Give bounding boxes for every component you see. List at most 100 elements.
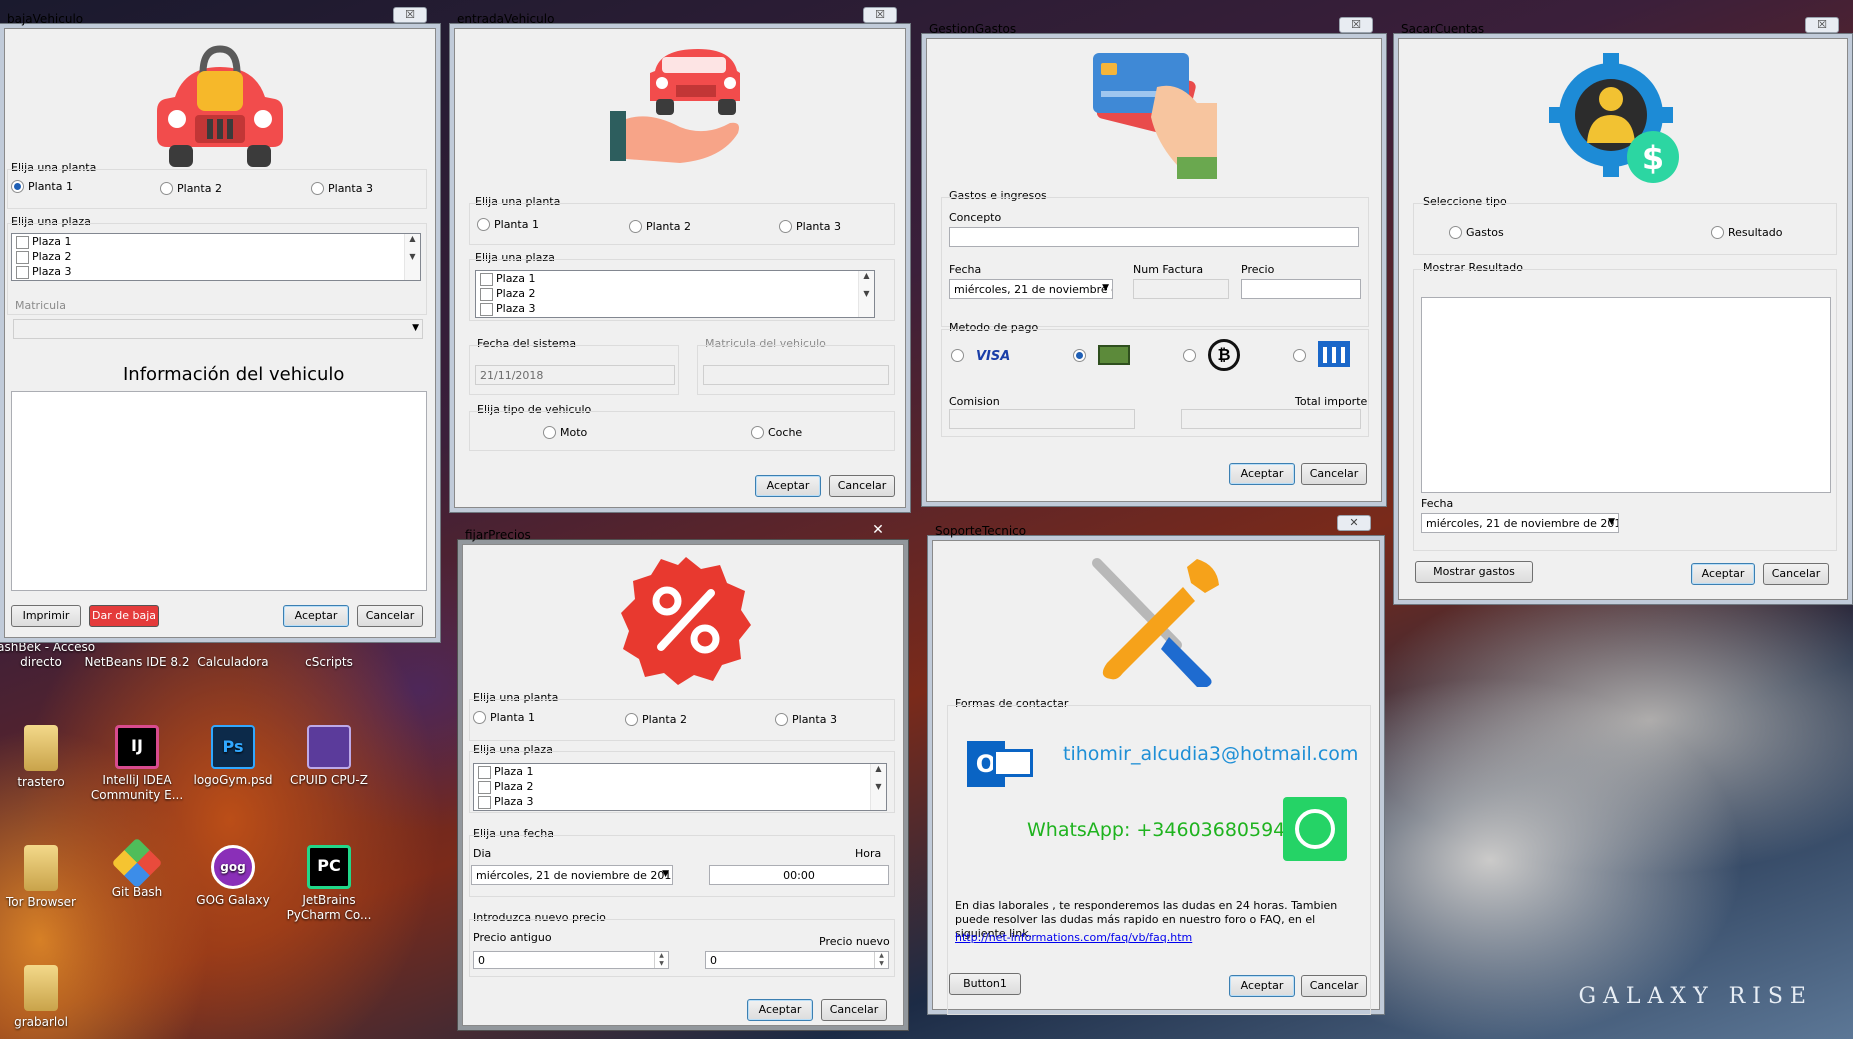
svg-text:$: $ bbox=[1642, 139, 1664, 177]
imprimir-button[interactable]: Imprimir bbox=[11, 605, 81, 627]
cancelar-button[interactable]: Cancelar bbox=[1301, 463, 1367, 485]
radio-coche[interactable]: Coche bbox=[751, 426, 802, 439]
radio-banco[interactable] bbox=[1293, 341, 1350, 370]
radio-planta-1[interactable]: Planta 1 bbox=[11, 180, 73, 193]
plaza-item[interactable]: Plaza 1 bbox=[12, 234, 420, 249]
scrollbar[interactable]: ▲ ▼ bbox=[404, 234, 420, 280]
fecha-picker[interactable]: miércoles, 21 de noviembre de 2018 ▼ bbox=[1421, 513, 1619, 533]
aceptar-button[interactable]: Aceptar bbox=[1229, 463, 1295, 485]
close-button[interactable]: ✕ bbox=[861, 523, 895, 539]
scrollbar[interactable]: ▲ ▼ bbox=[858, 271, 874, 317]
plaza-checklist[interactable]: Plaza 1 Plaza 2 Plaza 3 ▲ ▼ bbox=[11, 233, 421, 281]
title-bar[interactable]: entradaVehiculo bbox=[455, 5, 905, 31]
hora-input[interactable]: 00:00 bbox=[709, 865, 889, 885]
plaza-item[interactable]: Plaza 2 bbox=[12, 249, 420, 264]
plaza-item[interactable]: Plaza 1 bbox=[476, 271, 874, 286]
radio-planta-2[interactable]: Planta 2 bbox=[629, 220, 691, 233]
matricula-combo[interactable]: ▼ bbox=[13, 319, 423, 339]
precio-input[interactable] bbox=[1241, 279, 1361, 299]
close-button[interactable]: ☒ bbox=[1339, 17, 1373, 33]
scrollbar[interactable]: ▲ ▼ bbox=[870, 764, 886, 810]
dia-label: Dia bbox=[473, 847, 492, 860]
info-textarea[interactable] bbox=[11, 391, 427, 591]
aceptar-button[interactable]: Aceptar bbox=[1691, 563, 1755, 585]
close-button[interactable]: ☒ bbox=[393, 7, 427, 23]
dar-de-baja-button[interactable]: Dar de baja bbox=[89, 605, 159, 627]
gog-icon: gog bbox=[211, 845, 255, 889]
plaza-item[interactable]: Plaza 1 bbox=[474, 764, 886, 779]
desktop-icon-gog[interactable]: gog GOG Galaxy bbox=[178, 845, 288, 908]
radio-planta-3[interactable]: Planta 3 bbox=[311, 182, 373, 195]
radio-planta-3[interactable]: Planta 3 bbox=[775, 713, 837, 726]
radio-moto[interactable]: Moto bbox=[543, 426, 587, 439]
fecha-picker[interactable]: miércoles, 21 de noviembre de ▼ bbox=[949, 279, 1113, 299]
total-importe-field[interactable] bbox=[1181, 409, 1361, 429]
cancelar-button[interactable]: Cancelar bbox=[1301, 975, 1367, 997]
radio-planta-2[interactable]: Planta 2 bbox=[160, 182, 222, 195]
aceptar-button[interactable]: Aceptar bbox=[283, 605, 349, 627]
radio-bitcoin[interactable]: ₿ bbox=[1183, 339, 1240, 371]
matricula-field[interactable] bbox=[703, 365, 889, 385]
num-factura-label: Num Factura bbox=[1133, 263, 1204, 276]
title-bar[interactable]: SacarCuentas bbox=[1399, 15, 1847, 41]
radio-visa[interactable]: VISA bbox=[951, 349, 1010, 364]
desktop-icon-cscripts[interactable]: cScripts bbox=[274, 655, 384, 670]
radio-resultado[interactable]: Resultado bbox=[1711, 226, 1782, 239]
aceptar-button[interactable]: Aceptar bbox=[747, 999, 813, 1021]
button1[interactable]: Button1 bbox=[949, 973, 1021, 995]
close-button[interactable]: ☒ bbox=[1805, 17, 1839, 33]
desktop-icon-logogym[interactable]: Ps logoGym.psd bbox=[178, 725, 288, 788]
cancelar-button[interactable]: Cancelar bbox=[821, 999, 887, 1021]
plaza-checklist[interactable]: Plaza 1 Plaza 2 Plaza 3 ▲ ▼ bbox=[473, 763, 887, 811]
radio-gastos[interactable]: Gastos bbox=[1449, 226, 1504, 239]
title-bar[interactable]: SoporteTecnico bbox=[933, 517, 1379, 543]
plaza-item[interactable]: Plaza 2 bbox=[476, 286, 874, 301]
comision-label: Comision bbox=[949, 395, 1000, 408]
title-bar[interactable]: fijarPrecios bbox=[463, 521, 903, 547]
gastos-group bbox=[941, 197, 1369, 327]
radio-planta-1[interactable]: Planta 1 bbox=[473, 711, 535, 724]
outlook-icon: O bbox=[967, 735, 1033, 791]
concepto-input[interactable] bbox=[949, 227, 1359, 247]
plaza-item[interactable]: Plaza 3 bbox=[12, 264, 420, 279]
faq-link[interactable]: http://net-informations.com/faq/vb/faq.h… bbox=[955, 931, 1192, 944]
precio-antiguo-stepper[interactable]: 0 ▲ ▼ bbox=[473, 951, 669, 969]
title-bar[interactable]: bajaVehiculo bbox=[5, 5, 435, 31]
precio-nuevo-stepper[interactable]: 0 ▲ ▼ bbox=[705, 951, 889, 969]
radio-planta-3[interactable]: Planta 3 bbox=[779, 220, 841, 233]
resultado-textarea[interactable] bbox=[1421, 297, 1831, 493]
email-link[interactable]: tihomir_alcudia3@hotmail.com bbox=[1063, 743, 1358, 765]
mostrar-gastos-button[interactable]: Mostrar gastos bbox=[1415, 561, 1533, 583]
aceptar-button[interactable]: Aceptar bbox=[1229, 975, 1295, 997]
info-title: Información del vehiculo bbox=[123, 364, 345, 385]
whatsapp-link[interactable]: WhatsApp: +34603680594 bbox=[1027, 819, 1285, 841]
plaza-checklist[interactable]: Plaza 1 Plaza 2 Plaza 3 ▲ ▼ bbox=[475, 270, 875, 318]
dia-picker[interactable]: miércoles, 21 de noviembre de 2018 ▼ bbox=[471, 865, 673, 885]
desktop-icon-pycharm[interactable]: PC JetBrains PyCharm Co... bbox=[274, 845, 384, 923]
close-button[interactable]: ✕ bbox=[1337, 515, 1371, 531]
cancelar-button[interactable]: Cancelar bbox=[357, 605, 423, 627]
comision-field[interactable] bbox=[949, 409, 1135, 429]
desktop-icon-gitbash[interactable]: Git Bash bbox=[82, 837, 192, 900]
radio-planta-2[interactable]: Planta 2 bbox=[625, 713, 687, 726]
aceptar-button[interactable]: Aceptar bbox=[755, 475, 821, 497]
desktop-icon-cpuz[interactable]: CPUID CPU-Z bbox=[274, 725, 384, 788]
stepper-arrows-icon[interactable]: ▲ ▼ bbox=[874, 952, 888, 968]
plaza-item[interactable]: Plaza 3 bbox=[476, 301, 874, 316]
radio-planta-1[interactable]: Planta 1 bbox=[477, 218, 539, 231]
desktop-icon-grabarlol[interactable]: grabarlol bbox=[0, 965, 96, 1030]
window-fijar-precios: fijarPrecios ✕ Elija una planta Planta 1… bbox=[462, 523, 904, 1026]
radio-efectivo[interactable] bbox=[1073, 345, 1130, 368]
cancelar-button[interactable]: Cancelar bbox=[829, 475, 895, 497]
title-bar[interactable]: GestionGastos bbox=[927, 15, 1381, 41]
plaza-item[interactable]: Plaza 2 bbox=[474, 779, 886, 794]
plaza-item[interactable]: Plaza 3 bbox=[474, 794, 886, 809]
num-factura-field[interactable] bbox=[1133, 279, 1229, 299]
stepper-arrows-icon[interactable]: ▲ ▼ bbox=[654, 952, 668, 968]
desktop-icon-intellij[interactable]: IJ IntelliJ IDEA Community E... bbox=[82, 725, 192, 803]
desktop-icon-netbeans[interactable]: NetBeans IDE 8.2 bbox=[82, 655, 192, 670]
cancelar-button[interactable]: Cancelar bbox=[1763, 563, 1829, 585]
car-hand-icon bbox=[610, 49, 740, 163]
close-button[interactable]: ☒ bbox=[863, 7, 897, 23]
desktop-icon-calculadora[interactable]: Calculadora bbox=[178, 655, 288, 670]
